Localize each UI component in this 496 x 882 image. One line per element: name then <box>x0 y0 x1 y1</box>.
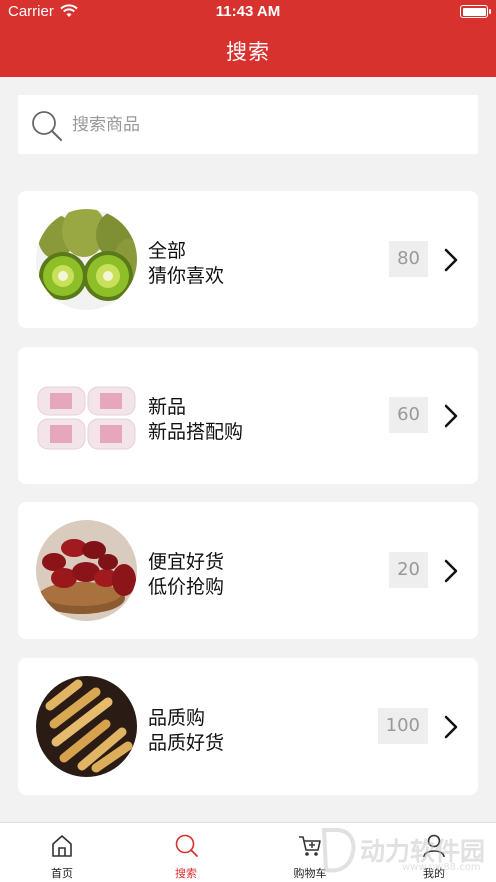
chevron-right-icon <box>444 404 458 428</box>
watermark-logo: 动力软件园 www.pw88.com <box>318 826 496 876</box>
category-count-badge: 20 <box>389 552 428 588</box>
status-time: 11:43 AM <box>215 3 281 20</box>
chevron-right-icon <box>444 248 458 272</box>
tab-home[interactable]: 首页 <box>12 823 112 882</box>
category-count-badge: 60 <box>389 397 428 433</box>
category-title: 全部 <box>148 240 187 262</box>
tab-label: 首页 <box>51 867 73 880</box>
search-icon <box>175 834 198 857</box>
category-subtitle: 新品搭配购 <box>148 421 244 443</box>
category-card-all[interactable]: 全部 猜你喜欢 80 <box>18 191 478 328</box>
category-count-badge: 80 <box>389 241 428 277</box>
red-dates-image <box>36 520 137 621</box>
category-card-quality[interactable]: 品质购 品质好货 100 <box>18 658 478 795</box>
search-input[interactable] <box>72 107 462 143</box>
category-title: 品质购 <box>148 707 206 729</box>
egg-roll-snacks-image <box>36 676 137 777</box>
category-subtitle: 品质好货 <box>148 732 225 754</box>
category-title: 新品 <box>148 396 187 418</box>
tab-search[interactable]: 搜索 <box>136 823 236 882</box>
chevron-right-icon <box>444 715 458 739</box>
category-subtitle: 猜你喜欢 <box>148 265 225 287</box>
chevron-right-icon <box>444 559 458 583</box>
category-count-badge: 100 <box>377 708 428 744</box>
search-icon <box>32 111 62 141</box>
category-title: 便宜好货 <box>148 551 225 573</box>
page-title: 搜索 <box>226 40 270 64</box>
watermark-url: www.pw88.com <box>402 862 481 873</box>
header-bar: Carrier 11:43 AM 搜索 <box>0 0 496 77</box>
category-card-new[interactable]: 新品 新品搭配购 60 <box>18 347 478 484</box>
kiwi-fruit-image <box>36 209 137 310</box>
home-icon <box>52 835 72 857</box>
status-bar: Carrier 11:43 AM <box>0 0 496 26</box>
pink-packaged-products-image <box>36 365 137 466</box>
search-bar[interactable] <box>18 95 478 154</box>
category-subtitle: 低价抢购 <box>148 576 225 598</box>
tab-label: 搜索 <box>175 867 197 880</box>
watermark-d-icon <box>321 828 356 873</box>
battery-icon <box>460 5 491 18</box>
category-card-cheap[interactable]: 便宜好货 低价抢购 20 <box>18 502 478 639</box>
